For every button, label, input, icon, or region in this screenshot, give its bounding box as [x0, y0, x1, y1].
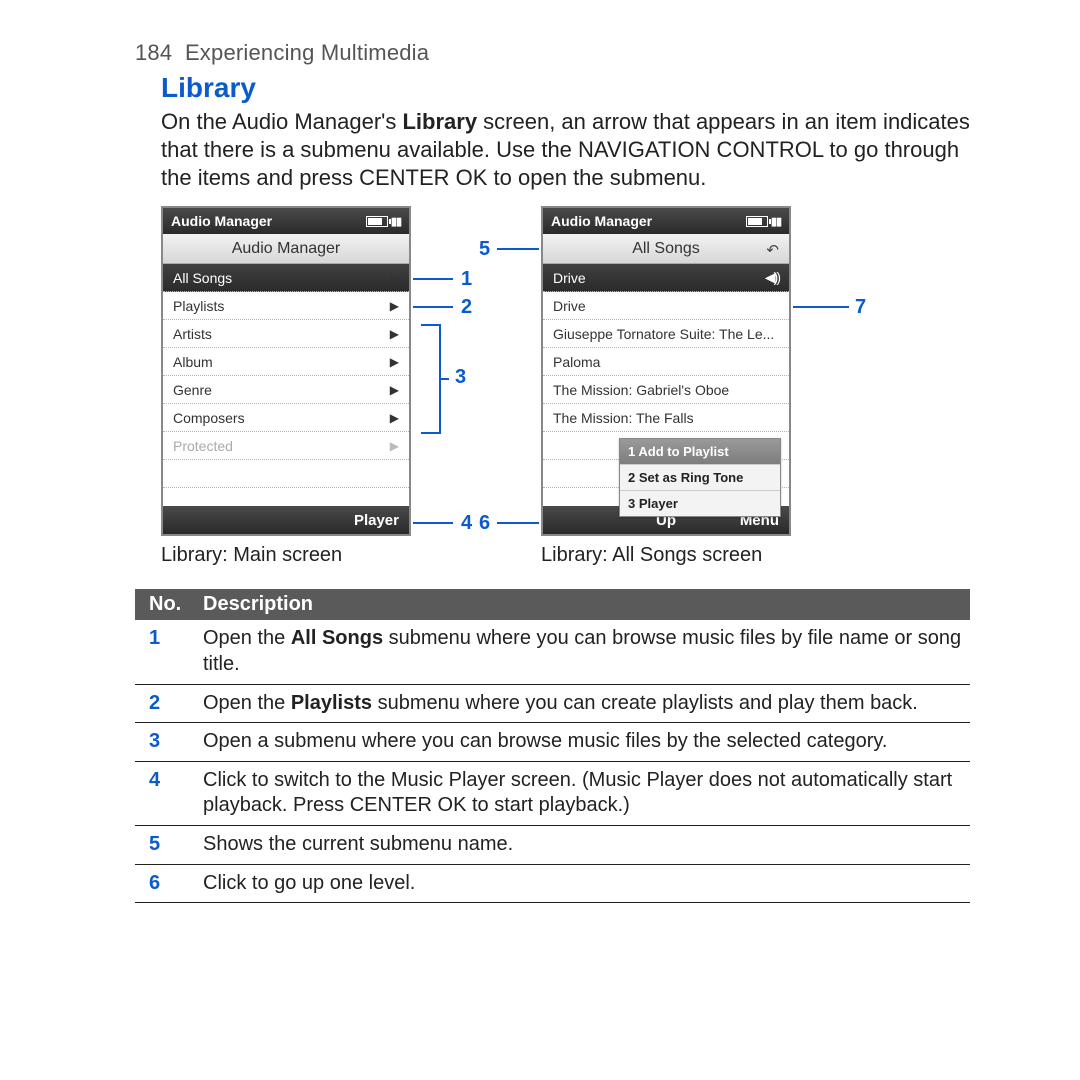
phone-frame: Audio Manager ▮▮ All Songs ↶ Drive◀)) Dr… [541, 206, 791, 536]
table-row: 1 Open the All Songs submenu where you c… [135, 620, 970, 684]
section-title: Library [161, 72, 970, 104]
chevron-right-icon: ▶ [390, 383, 399, 397]
back-icon[interactable]: ↶ [766, 241, 779, 259]
phone-frame: Audio Manager ▮▮ Audio Manager All Songs… [161, 206, 411, 536]
status-icons: ▮▮ [746, 215, 781, 228]
page-header: 184 Experiencing Multimedia [135, 40, 970, 66]
chevron-right-icon: ▶ [390, 299, 399, 313]
list-item [163, 488, 409, 506]
callout-number: 3 [455, 366, 466, 389]
chevron-right-icon: ▶ [390, 327, 399, 341]
screenshot-main: Audio Manager ▮▮ Audio Manager All Songs… [161, 206, 411, 567]
softkey-right[interactable]: Player [324, 512, 409, 529]
chevron-right-icon: ▶ [390, 411, 399, 425]
page-number: 184 [135, 40, 172, 65]
signal-icon: ▮▮ [771, 215, 781, 228]
context-menu-item[interactable]: 2 Set as Ring Tone [620, 465, 780, 491]
battery-icon [746, 216, 768, 227]
table-row: 3 Open a submenu where you can browse mu… [135, 723, 970, 762]
battery-icon [366, 216, 388, 227]
status-icons: ▮▮ [366, 215, 401, 228]
table-row: 4 Click to switch to the Music Player sc… [135, 762, 970, 826]
softkey-bar: Player [163, 506, 409, 534]
list-item[interactable]: Drive [543, 292, 789, 320]
window-titlebar: Audio Manager ▮▮ [163, 208, 409, 234]
app-title: Audio Manager [171, 213, 272, 229]
list-item: Protected▶ [163, 432, 409, 460]
context-menu-item[interactable]: 3 Player [620, 491, 780, 516]
callout-number: 6 [479, 512, 490, 535]
speaker-icon: ◀)) [765, 269, 779, 286]
screenshots-row: Audio Manager ▮▮ Audio Manager All Songs… [161, 206, 970, 567]
context-menu: 1 Add to Playlist 2 Set as Ring Tone 3 P… [619, 438, 781, 517]
list-item[interactable]: All Songs▶ [163, 264, 409, 292]
callout-number: 5 [479, 238, 490, 261]
screenshot-caption: Library: Main screen [161, 544, 411, 567]
app-title: Audio Manager [551, 213, 652, 229]
screen-subtitle: All Songs ↶ [543, 234, 789, 264]
table-header-desc: Description [203, 593, 313, 616]
callout-number: 2 [461, 296, 472, 319]
list-item[interactable]: Playlists▶ [163, 292, 409, 320]
list-item[interactable]: Paloma [543, 348, 789, 376]
signal-icon: ▮▮ [391, 215, 401, 228]
screen-subtitle: Audio Manager [163, 234, 409, 264]
callout-number: 1 [461, 268, 472, 291]
list-item[interactable]: Genre▶ [163, 376, 409, 404]
callout-number: 7 [855, 296, 866, 319]
table-header-no: No. [149, 593, 203, 616]
list-item[interactable]: Album▶ [163, 348, 409, 376]
screenshot-caption: Library: All Songs screen [541, 544, 791, 567]
chevron-right-icon: ▶ [390, 355, 399, 369]
menu-list: All Songs▶ Playlists▶ Artists▶ Album▶ Ge… [163, 264, 409, 506]
description-table: No. Description 1 Open the All Songs sub… [135, 589, 970, 903]
list-item [163, 460, 409, 488]
chevron-right-icon: ▶ [390, 439, 399, 453]
table-row: 5 Shows the current submenu name. [135, 826, 970, 865]
table-row: 2 Open the Playlists submenu where you c… [135, 685, 970, 724]
intro-paragraph: On the Audio Manager's Library screen, a… [161, 108, 970, 192]
chevron-right-icon: ▶ [390, 271, 399, 285]
window-titlebar: Audio Manager ▮▮ [543, 208, 789, 234]
table-header: No. Description [135, 589, 970, 620]
list-item[interactable]: The Mission: Gabriel's Oboe [543, 376, 789, 404]
callout-number: 4 [461, 512, 472, 535]
list-item[interactable]: Drive◀)) [543, 264, 789, 292]
list-item[interactable]: The Mission: The Falls [543, 404, 789, 432]
list-item[interactable]: Artists▶ [163, 320, 409, 348]
chapter-title: Experiencing Multimedia [185, 40, 429, 65]
context-menu-item[interactable]: 1 Add to Playlist [620, 439, 780, 465]
screenshot-allsongs: Audio Manager ▮▮ All Songs ↶ Drive◀)) Dr… [541, 206, 791, 567]
list-item[interactable]: Composers▶ [163, 404, 409, 432]
table-row: 6 Click to go up one level. [135, 865, 970, 904]
list-item[interactable]: Giuseppe Tornatore Suite: The Le... [543, 320, 789, 348]
